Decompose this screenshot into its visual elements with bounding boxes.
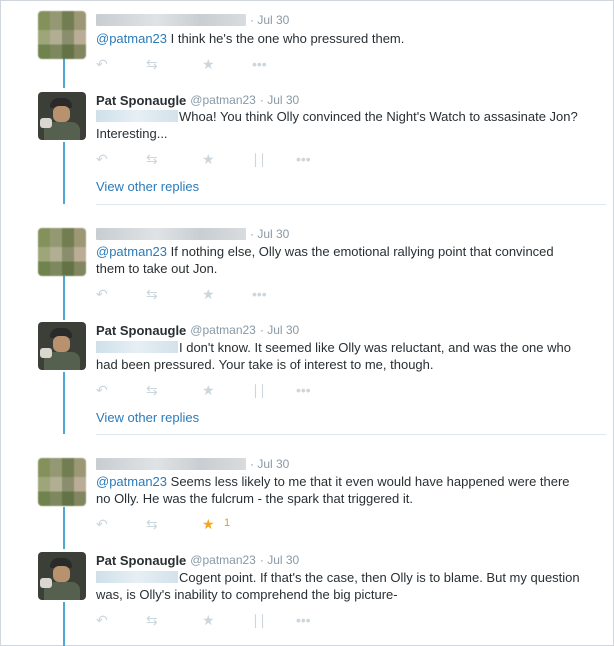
retweet-icon[interactable]: ⇆: [146, 151, 158, 167]
tweet-text-content: Seems less likely to me that it even wou…: [96, 474, 570, 506]
handle[interactable]: @patman23: [190, 323, 256, 337]
more-icon[interactable]: •••: [252, 286, 267, 302]
tweet-text: @patman23 If nothing else, Olly was the …: [96, 243, 586, 277]
thread-line: [63, 142, 65, 204]
redacted-mention: [96, 110, 178, 122]
timestamp[interactable]: · Jul 30: [260, 553, 299, 567]
timestamp[interactable]: · Jul 30: [250, 227, 289, 241]
star-icon[interactable]: ★: [202, 56, 215, 72]
avatar[interactable]: [38, 228, 86, 276]
view-other-replies-link[interactable]: View other replies: [96, 410, 199, 425]
star-icon[interactable]: ★: [202, 612, 215, 628]
display-name[interactable]: Pat Sponaugle: [96, 323, 186, 338]
avatar[interactable]: [38, 552, 86, 600]
tweet-text: Cogent point. If that's the case, then O…: [96, 569, 586, 603]
retweet-icon[interactable]: ⇆: [146, 286, 158, 302]
handle[interactable]: @patman23: [190, 93, 256, 107]
retweet-icon[interactable]: ⇆: [146, 382, 158, 398]
tweet-header: · Jul 30: [96, 456, 289, 472]
thread-line: [63, 58, 65, 88]
tweet-header: Pat Sponaugle @patman23 · Jul 30: [96, 92, 299, 108]
retweet-icon[interactable]: ⇆: [146, 612, 158, 628]
redacted-username: [96, 458, 246, 470]
redacted-username: [96, 228, 246, 240]
retweet-icon[interactable]: ⇆: [146, 516, 158, 532]
display-name[interactable]: Pat Sponaugle: [96, 93, 186, 108]
view-other-replies-link[interactable]: View other replies: [96, 179, 199, 194]
more-icon[interactable]: •••: [296, 382, 311, 398]
tweet-text: Whoa! You think Olly convinced the Night…: [96, 108, 586, 142]
tweet-header: · Jul 30: [96, 12, 289, 28]
avatar[interactable]: [38, 458, 86, 506]
tweet-header: · Jul 30: [96, 226, 289, 242]
conversation-frame: [0, 0, 614, 646]
star-icon[interactable]: ★: [202, 516, 215, 532]
more-icon[interactable]: •••: [296, 151, 311, 167]
redacted-username: [96, 14, 246, 26]
thread-line: [63, 372, 65, 434]
tweet-header: Pat Sponaugle @patman23 · Jul 30: [96, 322, 299, 338]
redacted-mention: [96, 571, 178, 583]
reply-icon[interactable]: ↶: [96, 286, 108, 302]
analytics-icon[interactable]: ∣∣: [252, 382, 266, 398]
thread-line: [63, 602, 65, 646]
mention-link[interactable]: @patman23: [96, 31, 167, 46]
more-icon[interactable]: •••: [296, 612, 311, 628]
avatar[interactable]: [38, 11, 86, 59]
reply-icon[interactable]: ↶: [96, 56, 108, 72]
thread-line: [63, 507, 65, 549]
timestamp[interactable]: · Jul 30: [250, 457, 289, 471]
more-icon[interactable]: •••: [252, 56, 267, 72]
timestamp[interactable]: · Jul 30: [260, 323, 299, 337]
tweet-header: Pat Sponaugle @patman23 · Jul 30: [96, 552, 299, 568]
timestamp[interactable]: · Jul 30: [260, 93, 299, 107]
display-name[interactable]: Pat Sponaugle: [96, 553, 186, 568]
tweet-text: @patman23 I think he's the one who press…: [96, 30, 586, 47]
timestamp[interactable]: · Jul 30: [250, 13, 289, 27]
retweet-icon[interactable]: ⇆: [146, 56, 158, 72]
redacted-mention: [96, 341, 178, 353]
thread-line: [63, 276, 65, 320]
tweet-text-content: I think he's the one who pressured them.: [167, 31, 405, 46]
star-icon[interactable]: ★: [202, 151, 215, 167]
star-icon[interactable]: ★: [202, 286, 215, 302]
reply-icon[interactable]: ↶: [96, 612, 108, 628]
reply-icon[interactable]: ↶: [96, 516, 108, 532]
star-icon[interactable]: ★: [202, 382, 215, 398]
divider: [96, 434, 606, 435]
tweet-text: I don't know. It seemed like Olly was re…: [96, 339, 586, 373]
handle[interactable]: @patman23: [190, 553, 256, 567]
mention-link[interactable]: @patman23: [96, 244, 167, 259]
analytics-icon[interactable]: ∣∣: [252, 612, 266, 628]
reply-icon[interactable]: ↶: [96, 382, 108, 398]
tweet-text: @patman23 Seems less likely to me that i…: [96, 473, 586, 507]
reply-icon[interactable]: ↶: [96, 151, 108, 167]
favorite-count: 1: [224, 517, 231, 529]
avatar[interactable]: [38, 92, 86, 140]
mention-link[interactable]: @patman23: [96, 474, 167, 489]
avatar[interactable]: [38, 322, 86, 370]
analytics-icon[interactable]: ∣∣: [252, 151, 266, 167]
divider: [96, 204, 606, 205]
